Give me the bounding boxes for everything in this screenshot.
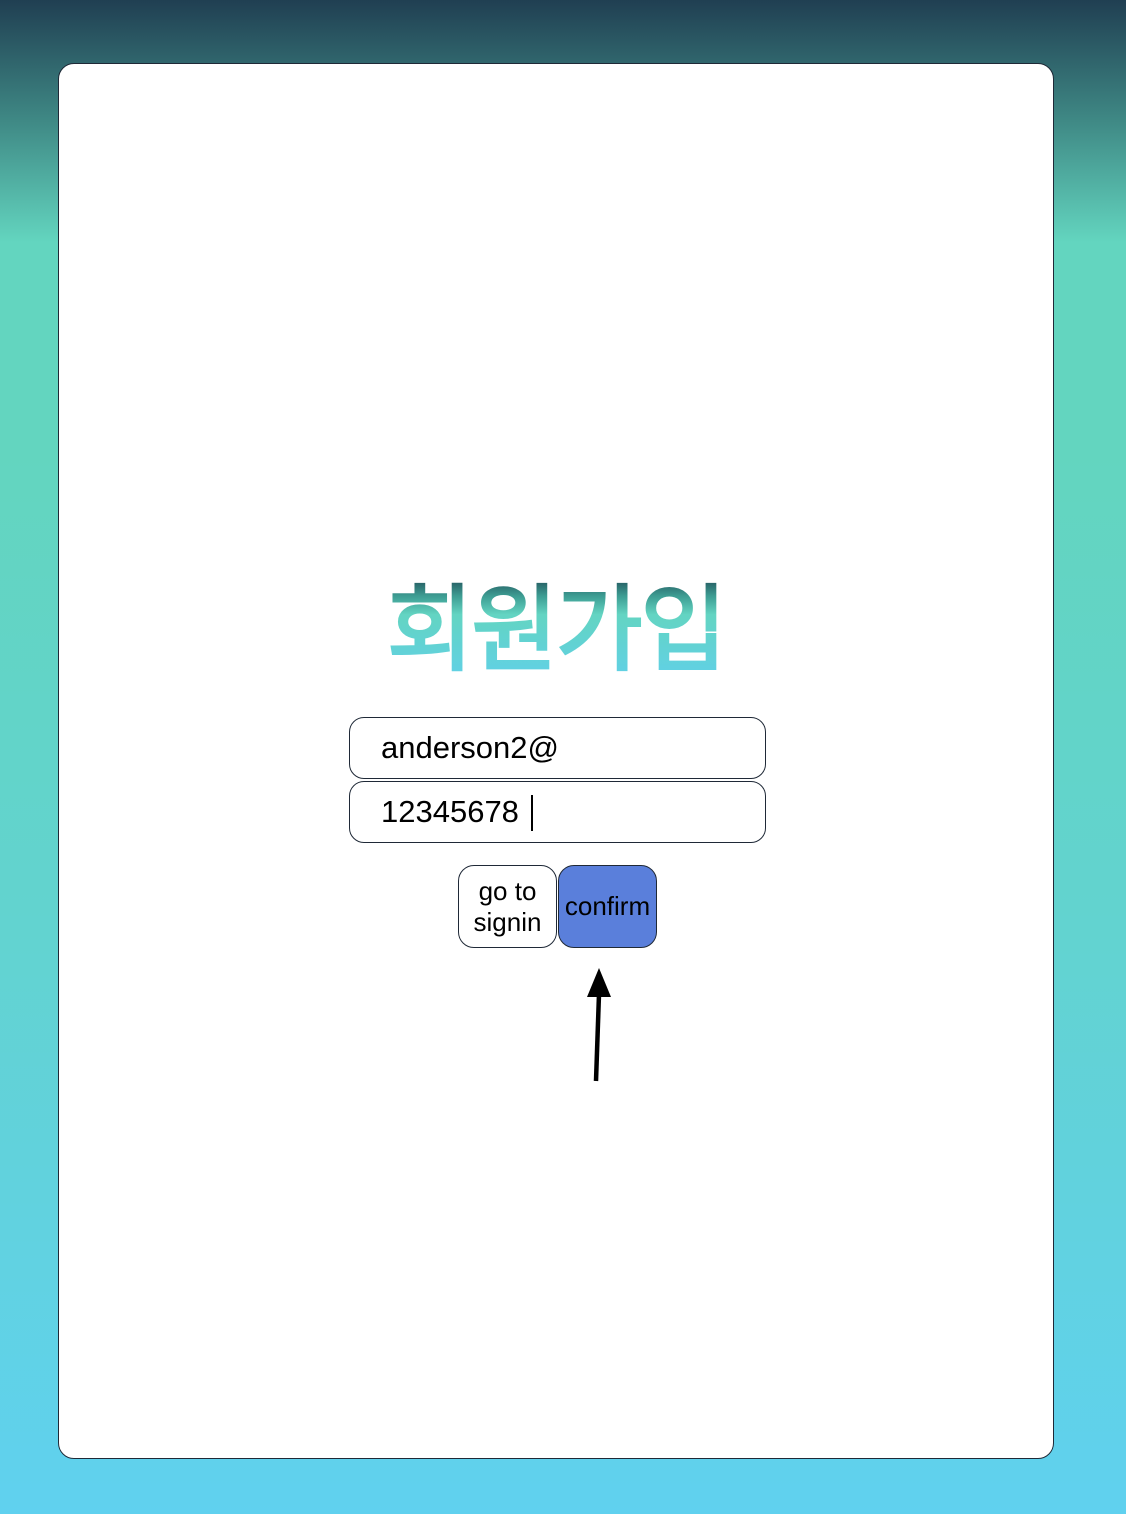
go-to-signin-button[interactable]: go to signin bbox=[458, 865, 557, 948]
text-cursor bbox=[531, 795, 533, 831]
confirm-button[interactable]: confirm bbox=[558, 865, 657, 948]
up-arrow-icon bbox=[587, 968, 611, 1082]
signup-card: 회원가입 go to signin confirm bbox=[58, 63, 1054, 1459]
page-title: 회원가입 bbox=[59, 576, 1053, 686]
email-field[interactable] bbox=[349, 717, 766, 779]
password-field[interactable] bbox=[349, 781, 766, 843]
